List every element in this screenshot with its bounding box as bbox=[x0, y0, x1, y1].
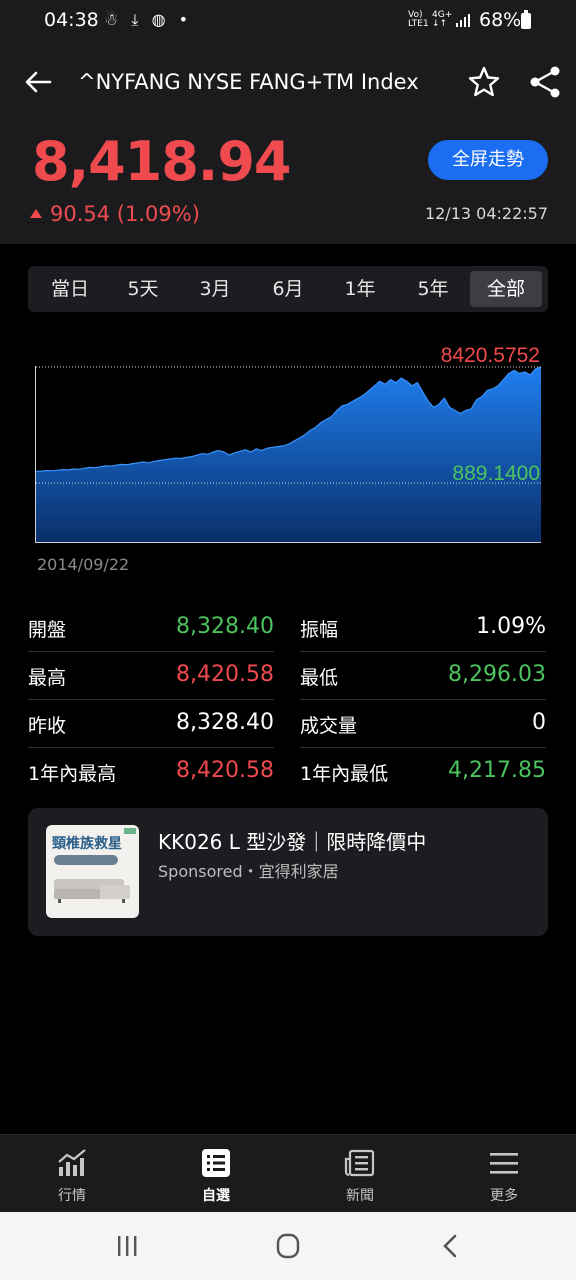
sponsored-ad-card[interactable]: 頸椎族救星 KK026 L 型沙發｜限時降價中 Sponsored・宜得利家居 bbox=[28, 808, 548, 936]
share-icon[interactable] bbox=[528, 64, 562, 100]
battery-percent: 68% bbox=[479, 9, 522, 31]
star-icon[interactable] bbox=[466, 64, 502, 100]
nav-label: 更多 bbox=[490, 1188, 518, 1204]
back-arrow-icon[interactable] bbox=[22, 66, 54, 98]
chart-min-label: 889.1400 bbox=[452, 462, 540, 485]
stat-low: 最低 8,296.03 bbox=[300, 652, 546, 700]
stat-prev-close: 昨收 8,328.40 bbox=[28, 700, 274, 748]
stat-value: 0 bbox=[532, 710, 546, 735]
stat-value: 1.09% bbox=[476, 614, 546, 639]
chart-icon bbox=[58, 1149, 86, 1176]
tab-intraday[interactable]: 當日 bbox=[34, 271, 106, 307]
status-time: 04:38 bbox=[44, 9, 99, 31]
ad-thumb-text: 頸椎族救星 bbox=[52, 836, 122, 852]
status-bar: 04:38 ☃ ⤓ ◍ • Vo) LTE1 4G+ ↓↑ 68% bbox=[0, 0, 576, 42]
nav-item-more[interactable]: 更多 bbox=[454, 1135, 554, 1213]
notification-icons: ☃ ⤓ ◍ • bbox=[104, 10, 193, 29]
stat-label: 昨收 bbox=[28, 715, 67, 737]
page-title: ^NYFANG NYSE FANG+TM Index bbox=[78, 70, 419, 94]
tab-6m[interactable]: 6月 bbox=[252, 271, 324, 307]
price-area bbox=[36, 367, 541, 542]
tab-all[interactable]: 全部 bbox=[470, 271, 542, 307]
ad-source: Sponsored・宜得利家居 bbox=[158, 862, 339, 881]
nav-item-watchlist[interactable]: 自選 bbox=[166, 1135, 266, 1213]
volte-indicator: Vo) LTE1 bbox=[408, 10, 429, 29]
sofa-image bbox=[54, 879, 130, 903]
recent-apps-icon[interactable] bbox=[107, 1230, 147, 1262]
menu-icon bbox=[490, 1153, 518, 1174]
stat-value: 8,296.03 bbox=[448, 662, 546, 687]
range-tabs: 當日 5天 3月 6月 1年 5年 全部 bbox=[28, 266, 548, 312]
stat-label: 開盤 bbox=[28, 619, 67, 641]
current-price: 8,418.94 bbox=[32, 130, 291, 193]
fullscreen-chart-button[interactable]: 全屏走勢 bbox=[428, 140, 548, 180]
stat-high: 最高 8,420.58 bbox=[28, 652, 274, 700]
stat-value: 8,420.58 bbox=[176, 662, 274, 687]
stat-open: 開盤 8,328.40 bbox=[28, 604, 274, 652]
signal-icon bbox=[456, 14, 470, 27]
stat-52w-low: 1年內最低 4,217.85 bbox=[300, 748, 546, 796]
stat-52w-high: 1年內最高 8,420.58 bbox=[28, 748, 274, 796]
stat-label: 振幅 bbox=[300, 619, 339, 641]
ad-thumb-pill bbox=[54, 855, 118, 865]
chart-max-label: 8420.5752 bbox=[441, 344, 540, 367]
stat-value: 8,328.40 bbox=[176, 710, 274, 735]
stat-value: 8,420.58 bbox=[176, 758, 274, 783]
home-icon[interactable] bbox=[268, 1230, 308, 1262]
nav-item-market[interactable]: 行情 bbox=[22, 1135, 122, 1213]
ad-thumb-badge bbox=[124, 828, 136, 834]
nav-label: 新聞 bbox=[346, 1188, 374, 1204]
quote-timestamp: 12/13 04:22:57 bbox=[424, 204, 548, 223]
stat-volume: 成交量 0 bbox=[300, 700, 546, 748]
tab-1y[interactable]: 1年 bbox=[324, 271, 396, 307]
price-chart[interactable]: 8420.5752 889.1400 bbox=[0, 330, 576, 580]
up-triangle-icon bbox=[30, 209, 42, 218]
ad-thumbnail[interactable]: 頸椎族救星 bbox=[46, 825, 139, 918]
nav-label: 行情 bbox=[58, 1188, 86, 1204]
system-nav-bar bbox=[0, 1212, 576, 1280]
price-change: 90.54 (1.09%) bbox=[30, 202, 200, 226]
bottom-nav: 行情 自選 新聞 更多 bbox=[0, 1134, 576, 1212]
list-icon bbox=[202, 1149, 230, 1177]
stat-value: 4,217.85 bbox=[448, 758, 546, 783]
nav-item-news[interactable]: 新聞 bbox=[310, 1135, 410, 1213]
quote-header: ^NYFANG NYSE FANG+TM Index 8,418.94 90.5… bbox=[0, 42, 576, 244]
stat-label: 成交量 bbox=[300, 715, 358, 737]
nav-label: 自選 bbox=[202, 1188, 230, 1204]
network-type-indicator: 4G+ ↓↑ bbox=[432, 10, 453, 29]
tab-3m[interactable]: 3月 bbox=[179, 271, 251, 307]
ad-title[interactable]: KK026 L 型沙發｜限時降價中 bbox=[158, 826, 426, 855]
tab-5d[interactable]: 5天 bbox=[107, 271, 179, 307]
tab-5y[interactable]: 5年 bbox=[397, 271, 469, 307]
stat-amplitude: 振幅 1.09% bbox=[300, 604, 546, 652]
back-icon[interactable] bbox=[430, 1230, 470, 1262]
stat-label: 最低 bbox=[300, 667, 339, 689]
stat-value: 8,328.40 bbox=[176, 614, 274, 639]
news-icon bbox=[344, 1149, 375, 1177]
stat-label: 最高 bbox=[28, 667, 67, 689]
stat-label: 1年內最低 bbox=[300, 763, 389, 785]
chart-start-date: 2014/09/22 bbox=[37, 555, 130, 574]
battery-icon bbox=[521, 10, 531, 29]
stat-label: 1年內最高 bbox=[28, 763, 117, 785]
